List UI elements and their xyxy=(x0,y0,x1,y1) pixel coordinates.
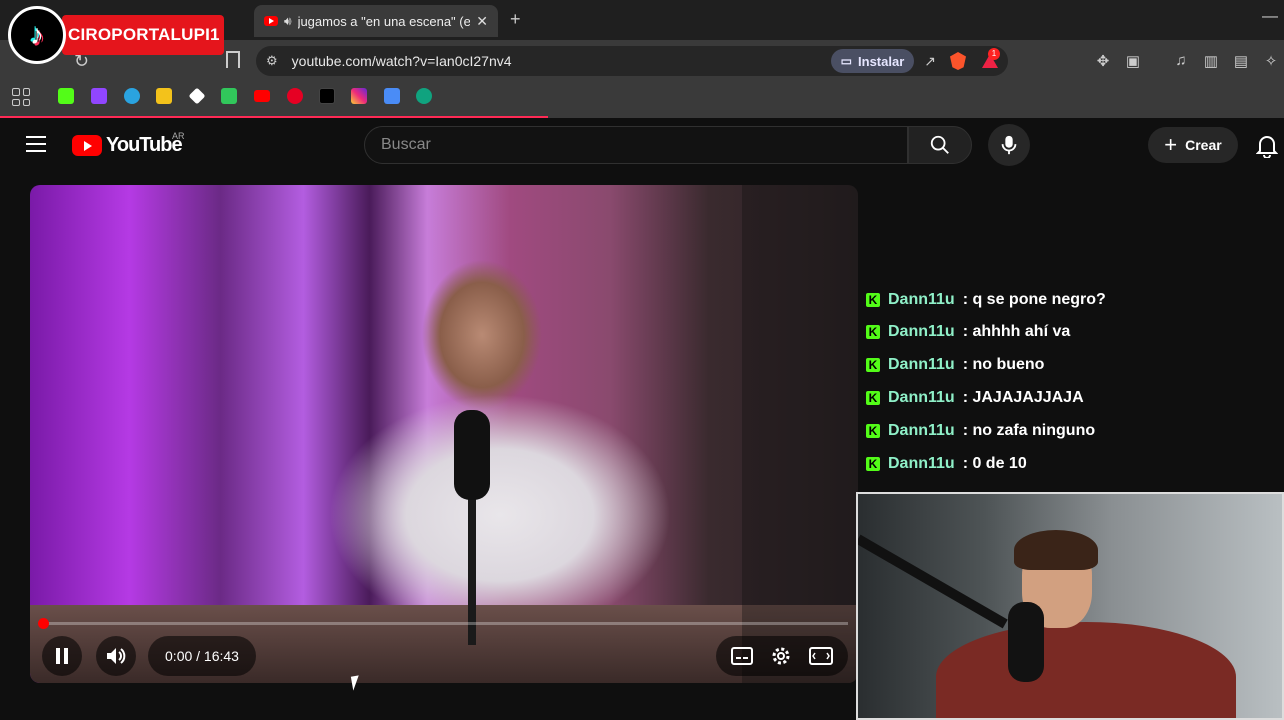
chat-username: Dann11u xyxy=(888,422,955,439)
tab-search-icon[interactable]: ▣ xyxy=(1124,52,1142,70)
webcam-scene-microphone xyxy=(1008,602,1044,682)
address-bar[interactable]: ⚙ youtube.com/watch?v=Ian0cI27nv4 ▭ Inst… xyxy=(256,46,1008,76)
tiktok-note-icon: ♪ xyxy=(30,19,44,50)
install-label: Instalar xyxy=(858,53,905,69)
url-text[interactable]: youtube.com/watch?v=Ian0cI27nv4 xyxy=(292,53,831,69)
pinterest-bookmark-icon[interactable] xyxy=(287,88,303,104)
install-icon: ▭ xyxy=(840,54,853,68)
chat-username: Dann11u xyxy=(888,356,955,373)
video-edge-shade xyxy=(742,185,858,683)
chat-text: : JAJAJAJJAJA xyxy=(962,389,1084,406)
pause-icon xyxy=(56,648,68,664)
chat-text: : ahhhh ahí va xyxy=(962,323,1071,340)
chat-text: : no zafa ninguno xyxy=(962,422,1096,439)
sidebar-icon[interactable]: ▥ xyxy=(1202,52,1220,70)
voice-search-button[interactable] xyxy=(988,124,1030,166)
chat-message: K Dann11u : q se pone negro? xyxy=(866,290,1106,312)
player-right-controls xyxy=(716,636,848,676)
chat-text: : no bueno xyxy=(962,356,1045,373)
theater-mode-icon[interactable] xyxy=(809,647,834,665)
share-icon[interactable]: ↗ xyxy=(924,53,936,70)
kick-badge-icon: K xyxy=(866,358,880,372)
youtube-logo-icon xyxy=(72,135,102,156)
webcam-scene-mic-arm xyxy=(858,534,1008,629)
tiktok-logo-icon: ♪ xyxy=(8,6,66,64)
new-tab-icon[interactable]: + xyxy=(510,9,521,30)
chat-text: : q se pone negro? xyxy=(962,291,1106,308)
wallet-icon[interactable]: ▤ xyxy=(1232,52,1250,70)
twitch-bookmark-icon[interactable] xyxy=(91,88,107,104)
chat-message: K Dann11u : 0 de 10 xyxy=(866,452,1027,476)
settings-gear-icon[interactable] xyxy=(770,645,792,667)
tiktok-bookmark-icon[interactable] xyxy=(319,88,335,104)
stream-chat-overlay: K Dann11u : q se pone negro? K Dann11u :… xyxy=(866,290,1284,480)
subtitles-icon[interactable] xyxy=(730,647,753,665)
chat-message: K Dann11u : no bueno xyxy=(866,353,1044,377)
video-scene-microphone xyxy=(454,410,490,500)
search-icon xyxy=(930,135,949,154)
video-player[interactable]: 0:00 / 16:43 xyxy=(30,185,858,683)
volume-icon xyxy=(107,648,126,664)
search-box[interactable] xyxy=(364,126,908,164)
tab-title: jugamos a "en una escena" (e xyxy=(297,13,471,29)
progress-bar[interactable] xyxy=(40,622,848,625)
bookmark-icon[interactable] xyxy=(226,51,240,68)
webcam-scene-shirt xyxy=(936,622,1236,718)
site-info-icon[interactable]: ⚙ xyxy=(266,53,278,69)
tab-close-icon[interactable]: ✕ xyxy=(476,13,488,30)
brave-shields-icon[interactable] xyxy=(950,52,966,70)
search-button[interactable] xyxy=(908,126,972,164)
kick-badge-icon: K xyxy=(866,457,880,471)
webcam-scene-hair xyxy=(1014,530,1098,570)
chat-text: : 0 de 10 xyxy=(962,455,1027,472)
chat-username: Dann11u xyxy=(888,455,955,472)
chat-message: K Dann11u : ahhhh ahí va xyxy=(866,320,1070,344)
apps-icon[interactable] xyxy=(12,88,30,106)
progress-scrubber[interactable] xyxy=(38,618,49,629)
create-button[interactable]: + Crear xyxy=(1148,127,1238,163)
kick-badge-icon: K xyxy=(866,293,880,307)
chat-username: Dann11u xyxy=(888,291,955,308)
chat-message: K Dann11u : no zafa ninguno xyxy=(866,419,1095,443)
window-minimize-icon[interactable]: — xyxy=(1262,8,1278,26)
folder-bookmark-icon[interactable] xyxy=(156,88,172,104)
youtube-logo[interactable]: YouTube xyxy=(72,134,183,157)
pause-button[interactable] xyxy=(42,636,82,676)
install-button[interactable]: ▭ Instalar xyxy=(830,49,915,73)
kick-badge-icon: K xyxy=(866,325,880,339)
speaker-icon: 🔊︎ xyxy=(284,13,292,28)
browser-tab-active[interactable]: 🔊︎ jugamos a "en una escena" (e ✕ xyxy=(254,5,498,37)
volume-button[interactable] xyxy=(96,636,136,676)
search-input[interactable] xyxy=(381,136,891,154)
youtube-bookmark-icon[interactable] xyxy=(254,90,270,102)
youtube-logo-text: YouTube xyxy=(106,134,183,156)
microphone-icon xyxy=(1001,135,1017,155)
kick-badge-icon: K xyxy=(866,391,880,405)
chat-username: Dann11u xyxy=(888,323,955,340)
chat-username: Dann11u xyxy=(888,389,955,406)
sheet-bookmark-icon[interactable] xyxy=(221,88,237,104)
time-display: 0:00 / 16:43 xyxy=(148,636,256,676)
kick-badge-icon: K xyxy=(866,424,880,438)
rewards-badge: 1 xyxy=(988,48,1000,60)
browser-bookmark-icon[interactable] xyxy=(124,88,140,104)
notifications-bell-icon[interactable] xyxy=(1255,134,1279,163)
youtube-favicon-icon xyxy=(264,16,278,26)
media-control-icon[interactable]: ♫ xyxy=(1172,52,1190,70)
create-label: Crear xyxy=(1185,137,1222,153)
streamer-webcam xyxy=(856,492,1284,720)
chatgpt-bookmark-icon[interactable] xyxy=(416,88,432,104)
extensions-icon[interactable]: ✥ xyxy=(1094,52,1112,70)
tiktok-handle-label: CIROPORTALUPI1 xyxy=(62,15,224,55)
instagram-bookmark-icon[interactable] xyxy=(351,88,367,104)
gif-bookmark-icon[interactable] xyxy=(384,88,400,104)
kick-bookmark-icon[interactable] xyxy=(58,88,74,104)
chat-message: K Dann11u : JAJAJAJJAJA xyxy=(866,386,1084,410)
hamburger-menu-icon[interactable] xyxy=(26,136,46,152)
leo-ai-icon[interactable]: ✧ xyxy=(1262,52,1280,70)
plus-icon: + xyxy=(1164,132,1178,157)
region-code: AR xyxy=(172,131,185,141)
